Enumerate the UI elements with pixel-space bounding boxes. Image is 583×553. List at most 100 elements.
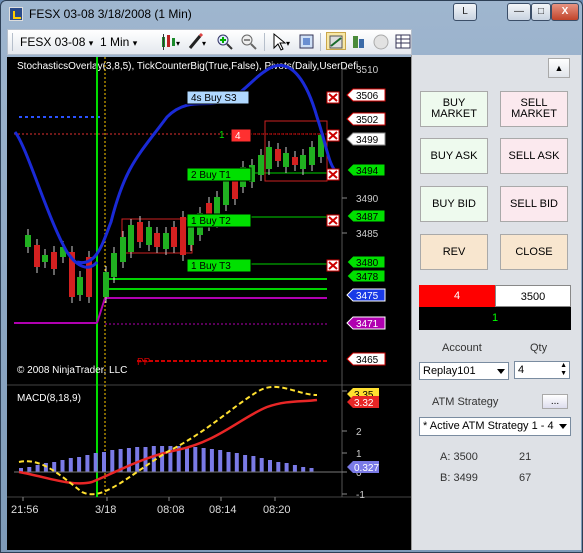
macd-bar-30: [268, 460, 272, 472]
instrument-label: FESX 03-08: [20, 35, 86, 49]
minimize-button[interactable]: —: [507, 3, 531, 21]
chart-trader-button[interactable]: [326, 32, 346, 50]
candle-28: [275, 149, 281, 161]
chart-style-button[interactable]: ▾: [160, 32, 182, 50]
position-avg-price: 3500: [495, 285, 571, 307]
candle-9: [111, 253, 117, 277]
account-value: Replay101: [423, 365, 476, 377]
price-tick-3502: 3502: [356, 115, 379, 126]
bid-size-label: 67: [519, 472, 532, 484]
close-button[interactable]: X: [551, 3, 579, 21]
time-tick-1: 3/18: [95, 504, 116, 516]
atm-strategy-label: ATM Strategy: [432, 396, 499, 408]
buy-ask-button[interactable]: BUY ASK: [420, 138, 488, 174]
macd-bar-10: [102, 452, 106, 472]
svg-text:▾: ▾: [286, 39, 290, 48]
zoom-in-button[interactable]: [216, 32, 234, 50]
macd-histogram: [19, 446, 314, 472]
toolbar-separator: [320, 33, 321, 51]
account-label: Account: [442, 342, 482, 354]
macd-bar-35: [309, 468, 314, 472]
ninjatrader-app-icon: [9, 7, 23, 21]
reverse-button[interactable]: REV: [420, 234, 488, 270]
candle-23: [232, 179, 238, 199]
order-marker-1: [230, 128, 252, 143]
zoom-out-button[interactable]: [240, 32, 258, 50]
candle-29: [283, 153, 289, 167]
macd-bar-1: [27, 467, 32, 472]
price-tick-3494: 3494: [356, 166, 379, 177]
macd-bar-9: [93, 453, 98, 472]
collapse-panel-button[interactable]: ▲: [548, 58, 570, 78]
chart-canvas: StochasticsOverlay(3,8,5), TickCounterBi…: [7, 57, 412, 516]
interval-label: 1 Min: [100, 35, 130, 49]
macd-bar-5: [60, 460, 65, 472]
atm-strategy-select[interactable]: * Active ATM Strategy 1 - 4: [419, 417, 571, 436]
pencil-icon: ▾: [188, 32, 206, 49]
bid-price-label: B: 3499: [440, 472, 478, 484]
price-candles: [25, 129, 324, 303]
link-button[interactable]: L: [453, 3, 477, 21]
candle-0: [25, 235, 31, 247]
candle-31: [300, 155, 306, 169]
toolbar-grip: [12, 33, 13, 51]
instrument-selector[interactable]: FESX 03-08 ▾: [20, 33, 93, 51]
sell-ask-button[interactable]: SELL ASK: [500, 138, 568, 174]
candle-17: [180, 217, 186, 255]
indicators-label: StochasticsOverlay(3,8,5), TickCounterBi…: [17, 61, 358, 72]
copyright-label: © 2008 NinjaTrader, LLC: [17, 365, 127, 376]
strategy-button[interactable]: [350, 32, 368, 50]
macd-bar-11: [110, 450, 115, 472]
position-qty-marker: 1: [219, 130, 225, 141]
cursor-button[interactable]: ▾: [270, 32, 292, 51]
candle-13: [146, 227, 152, 245]
candle-30: [292, 157, 298, 165]
drawing-tools-button[interactable]: ▾: [186, 32, 208, 50]
position-pnl: 1: [419, 307, 571, 330]
stepper-arrows-icon: ▲ ▼: [560, 362, 567, 377]
price-chart[interactable]: StochasticsOverlay(3,8,5), TickCounterBi…: [7, 57, 412, 521]
price-tick-3475: 3475: [356, 291, 379, 302]
order-label-0: 4s Buy S3: [191, 93, 237, 104]
interval-selector[interactable]: 1 Min ▾: [100, 33, 137, 51]
chart-toolbar: FESX 03-08 ▾ 1 Min ▾ ▾ ▾ ▾: [7, 29, 412, 55]
strategy-icon: [353, 36, 364, 48]
atm-settings-button[interactable]: ...: [542, 394, 568, 409]
data-box-button[interactable]: [394, 32, 412, 50]
order-label-3: 1 Buy T2: [191, 216, 231, 227]
price-tick-3485: 3485: [356, 229, 379, 240]
candle-27: [266, 147, 272, 169]
macd-tick-0: 2: [356, 427, 362, 438]
price-tick-3506: 3506: [356, 91, 379, 102]
title-bar[interactable]: FESX 03-08 3/18/2008 (1 Min) L — □ X: [1, 1, 582, 27]
qty-stepper[interactable]: 4 ▲ ▼: [514, 361, 570, 379]
price-tick-3499: 3499: [356, 135, 379, 146]
macd-label: MACD(8,18,9): [17, 393, 81, 404]
sell-market-button[interactable]: SELL MARKET: [500, 91, 568, 127]
macd-bar-21: [193, 447, 198, 472]
macd-bar-6: [68, 458, 73, 472]
properties-button[interactable]: [298, 32, 316, 50]
chart-trader-icon: [329, 35, 343, 49]
macd-bar-23: [209, 449, 214, 472]
candle-1: [34, 245, 40, 267]
price-tick-3471: 3471: [356, 319, 379, 330]
replay-button[interactable]: [372, 32, 390, 50]
buy-bid-button[interactable]: BUY BID: [420, 186, 488, 222]
close-position-button[interactable]: CLOSE: [500, 234, 568, 270]
zoom-in-icon: [217, 34, 233, 50]
account-select[interactable]: Replay101: [419, 362, 509, 380]
price-tick-3487: 3487: [356, 212, 379, 223]
sell-bid-button[interactable]: SELL BID: [500, 186, 568, 222]
status-strip: [7, 521, 412, 550]
properties-icon: [299, 34, 314, 49]
candle-11: [128, 225, 134, 252]
chart-window: FESX 03-08 3/18/2008 (1 Min) L — □ X FES…: [0, 0, 583, 553]
maximize-button[interactable]: □: [531, 3, 551, 21]
order-label-2: 2 Buy T1: [191, 170, 231, 181]
pivot-label: PP: [137, 357, 151, 368]
data-grid-icon: [395, 34, 411, 49]
instrument-dropdown-icon: ▾: [88, 38, 94, 48]
macd-tick-1: 1: [356, 449, 362, 460]
buy-market-button[interactable]: BUY MARKET: [420, 91, 488, 127]
